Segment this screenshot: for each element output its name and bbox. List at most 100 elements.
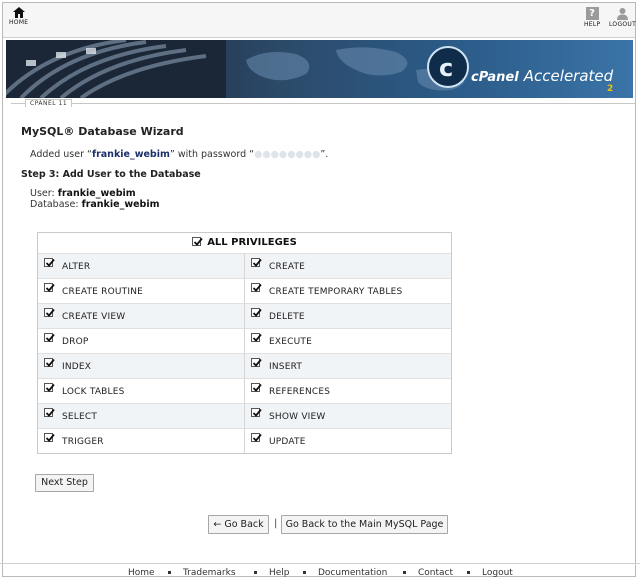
privilege-row: SELECT SHOW VIEW — [38, 403, 451, 429]
privilege-checkbox[interactable] — [44, 408, 55, 417]
help-icon: ? — [585, 7, 599, 20]
user-value: frankie_webim — [57, 188, 136, 199]
logout-button[interactable]: LOGOUT — [609, 7, 636, 28]
footer-separator-dot — [254, 571, 257, 574]
privilege-checkbox[interactable] — [44, 258, 55, 267]
privilege-row: LOCK TABLES REFERENCES — [38, 378, 451, 404]
page-title: MySQL® Database Wizard — [21, 125, 184, 138]
privilege-create-routine: CREATE ROUTINE — [38, 279, 245, 303]
privilege-label: SELECT — [62, 412, 98, 422]
privilege-label: EXECUTE — [269, 337, 312, 347]
help-button[interactable]: ? HELP — [584, 7, 600, 28]
top-toolbar: HOME ? HELP LOGOUT — [3, 3, 636, 38]
privilege-execute: EXECUTE — [245, 329, 451, 353]
home-label: HOME — [9, 19, 29, 26]
privilege-checkbox[interactable] — [44, 308, 55, 317]
all-privileges-row: ALL PRIVILEGES — [38, 233, 451, 254]
privilege-checkbox[interactable] — [251, 308, 262, 317]
user-database-info: User: frankie_webim Database: frankie_we… — [30, 188, 160, 210]
next-step-button[interactable]: Next Step — [35, 474, 94, 492]
privilege-checkbox[interactable] — [251, 408, 262, 417]
privilege-label: UPDATE — [269, 437, 306, 447]
footer-link-help[interactable]: Help — [269, 568, 290, 578]
checkmark-icon — [252, 283, 262, 292]
footer-link-trademarks[interactable]: Trademarks — [183, 568, 236, 578]
privilege-checkbox[interactable] — [251, 283, 262, 292]
all-privileges-checkbox[interactable] — [192, 237, 203, 246]
privilege-checkbox[interactable] — [44, 433, 55, 442]
privilege-checkbox[interactable] — [44, 358, 55, 367]
privilege-checkbox[interactable] — [251, 433, 262, 442]
user-line: User: frankie_webim — [30, 188, 160, 199]
all-privileges-label: ALL PRIVILEGES — [207, 237, 297, 248]
checkmark-icon — [45, 433, 55, 442]
privilege-label: CREATE VIEW — [62, 312, 126, 322]
privilege-delete: DELETE — [245, 304, 451, 328]
privilege-show-view: SHOW VIEW — [245, 404, 451, 428]
checkmark-icon — [252, 408, 262, 417]
logout-label: LOGOUT — [609, 21, 637, 28]
database-line: Database: frankie_webim — [30, 199, 160, 210]
step-heading: Step 3: Add User to the Database — [21, 169, 201, 180]
privilege-checkbox[interactable] — [44, 283, 55, 292]
product-name: Accelerated — [523, 67, 614, 85]
user-label: User: — [30, 188, 55, 199]
privilege-checkbox[interactable] — [44, 383, 55, 392]
footer-link-home[interactable]: Home — [128, 568, 155, 578]
footer-link-contact[interactable]: Contact — [418, 568, 453, 578]
brand-name: cPanel — [471, 70, 519, 85]
footer-nav: Home Trademarks Help Documentation Conta… — [0, 563, 640, 578]
tab-cpanel: CPANEL 11 — [25, 99, 73, 107]
privilege-alter: ALTER — [38, 254, 245, 278]
footer-link-documentation[interactable]: Documentation — [318, 568, 387, 578]
footer-separator-dot — [467, 571, 470, 574]
checkmark-icon — [252, 358, 262, 367]
privilege-row: INDEX INSERT — [38, 353, 451, 379]
privilege-label: INDEX — [62, 362, 92, 372]
checkmark-icon — [45, 283, 55, 292]
svg-text:c: c — [439, 54, 453, 82]
version-badge: 2 — [607, 84, 614, 94]
privilege-label: REFERENCES — [269, 387, 331, 397]
privilege-checkbox[interactable] — [251, 383, 262, 392]
footer-separator-dot — [303, 571, 306, 574]
footer-separator-dot — [168, 571, 171, 574]
privilege-update: UPDATE — [245, 429, 451, 453]
privilege-label: TRIGGER — [62, 437, 104, 447]
privilege-insert: INSERT — [245, 354, 451, 378]
privilege-select: SELECT — [38, 404, 245, 428]
privilege-checkbox[interactable] — [44, 333, 55, 342]
privilege-trigger: TRIGGER — [38, 429, 245, 453]
checkmark-icon — [45, 383, 55, 392]
privilege-label: SHOW VIEW — [269, 412, 326, 422]
privilege-row: ALTER CREATE — [38, 253, 451, 279]
privilege-checkbox[interactable] — [251, 358, 262, 367]
privilege-label: CREATE TEMPORARY TABLES — [269, 287, 403, 297]
go-back-button[interactable]: ← Go Back — [208, 515, 269, 534]
home-button[interactable]: HOME — [9, 7, 28, 26]
privilege-create: CREATE — [245, 254, 451, 278]
page-frame: HOME ? HELP LOGOUT c cPanel Accelerated … — [2, 2, 636, 577]
main-mysql-page-button[interactable]: Go Back to the Main MySQL Page — [281, 515, 448, 534]
privilege-references: REFERENCES — [245, 379, 451, 403]
button-separator: | — [274, 518, 278, 529]
privilege-lock-tables: LOCK TABLES — [38, 379, 245, 403]
added-suffix: ”. — [320, 149, 329, 160]
checkmark-icon — [45, 308, 55, 317]
checkmark-icon — [45, 258, 55, 267]
cpanel-wordmark: cPanel Accelerated — [471, 66, 613, 85]
privilege-index: INDEX — [38, 354, 245, 378]
added-username: frankie_webim — [91, 149, 170, 160]
user-added-message: Added user “frankie_webim” with password… — [30, 149, 328, 160]
added-middle: ” with password “ — [169, 149, 255, 160]
database-label: Database: — [30, 199, 79, 210]
privilege-checkbox[interactable] — [251, 258, 262, 267]
cpanel-logo-icon: c — [427, 46, 469, 88]
privilege-label: DELETE — [269, 312, 305, 322]
privilege-row: CREATE VIEW DELETE — [38, 303, 451, 329]
privileges-table: ALL PRIVILEGES ALTER CREATE CREATE ROUTINE… — [37, 232, 452, 454]
footer-link-logout[interactable]: Logout — [482, 568, 513, 578]
checkmark-icon — [45, 358, 55, 367]
checkmark-icon — [252, 383, 262, 392]
privilege-checkbox[interactable] — [251, 333, 262, 342]
